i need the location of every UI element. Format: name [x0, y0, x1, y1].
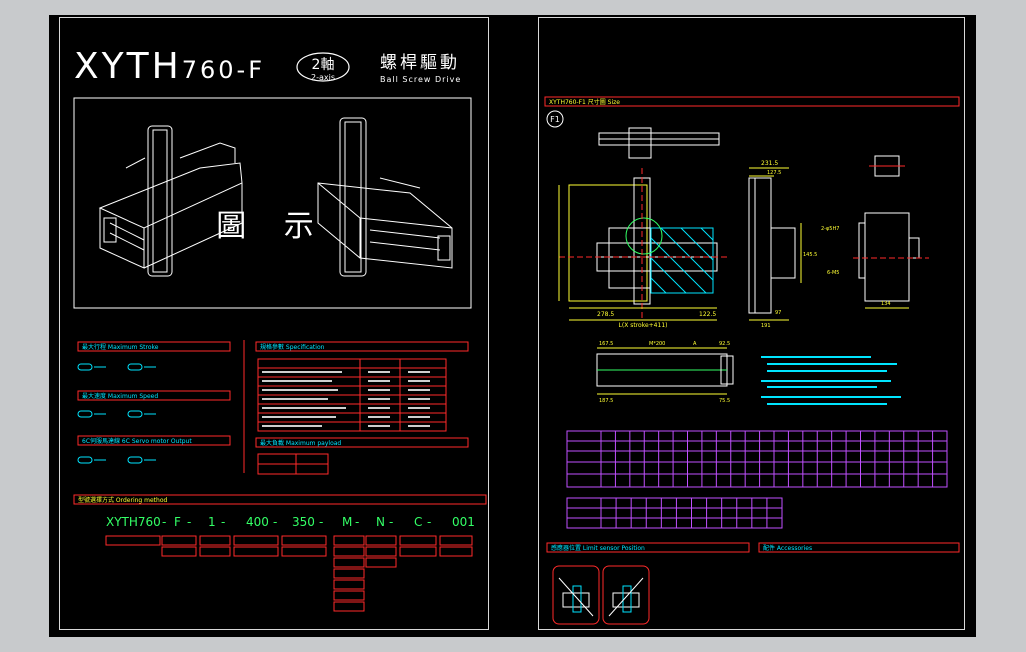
spec-table	[257, 358, 447, 432]
dim-127: 127.5	[767, 170, 781, 176]
dim-134: 134	[881, 301, 891, 307]
ordering-code-segment: F	[174, 515, 181, 529]
dim-122: 122.5	[699, 311, 716, 318]
section-payload: 最大負載 Maximum payload	[255, 437, 469, 448]
section-cable-label: 6C伺服馬達線 6C Servo motor Output	[82, 437, 192, 445]
ordering-code-dash: -	[319, 515, 323, 529]
illustration-frame	[73, 97, 472, 309]
drive-en: Ball Screw Drive	[380, 75, 461, 84]
section-ordering: 型號選擇方式 Ordering method	[73, 494, 487, 505]
ordering-code-dash: -	[355, 515, 359, 529]
cable-options	[77, 456, 156, 464]
right-sheet-drawing: XYTH760-F1 尺寸圖 Size F1 278.5 122.5 L(X s…	[544, 96, 960, 625]
section-accessories: 配件 Accessories	[758, 542, 960, 553]
module-drawing-left	[98, 125, 243, 277]
section-speed: 最大速度 Maximum Speed	[77, 390, 231, 401]
dim-167: 167.5	[599, 341, 613, 347]
speed-table	[566, 497, 783, 529]
section-stroke: 最大行程 Maximum Stroke	[77, 341, 231, 352]
ordering-code-segment: 1	[208, 515, 216, 529]
stroke-options	[77, 363, 156, 371]
top-view	[598, 127, 720, 159]
front-view	[596, 177, 718, 305]
left-sheet: XYTH760-F 2軸 2-axis 螺桿驅動 Ball Screw Driv…	[59, 17, 489, 630]
ordering-code-dash: -	[162, 515, 166, 529]
end-view-large	[858, 212, 920, 302]
ordering-code: XYTH760- F -1-400-350- M - N - C -001	[106, 515, 475, 529]
ordering-code-segment: M	[342, 515, 352, 529]
dim-a: A	[693, 341, 697, 347]
ordering-code-dash: -	[273, 515, 277, 529]
dim-97: 97	[775, 310, 781, 316]
dim-pin: 2-φ5H7	[821, 226, 839, 232]
stroke-table-columns	[614, 431, 934, 487]
ordering-option-boxes	[105, 535, 473, 612]
side-dimensions	[749, 167, 802, 321]
cad-drawing-canvas[interactable]: XYTH760-F 2軸 2-axis 螺桿驅動 Ball Screw Driv…	[49, 15, 976, 637]
drive-cn: 螺桿驅動	[380, 53, 460, 73]
section-limit: 感應器位置 Limit sensor Position	[546, 542, 750, 553]
section-spec: 規格參數 Specification	[255, 341, 469, 352]
section-size-label: XYTH760-F1 尺寸圖 Size	[549, 98, 620, 106]
end-view-small	[869, 155, 905, 177]
ordering-code-segment: 400	[246, 515, 269, 529]
section-speed-label: 最大速度 Maximum Speed	[82, 392, 158, 400]
dim-231: 231.5	[761, 160, 778, 167]
dim-length: L(X stroke+411)	[619, 322, 668, 329]
ordering-code-segment: 350	[292, 515, 315, 529]
section-limit-label: 感應器位置 Limit sensor Position	[551, 544, 645, 552]
speed-options	[77, 410, 156, 418]
ordering-code-dash: -	[221, 515, 225, 529]
plan-view	[596, 353, 734, 387]
dim-m200: M*200	[649, 341, 665, 347]
axis-badge-sub: 2-axis	[311, 73, 335, 82]
stroke-table	[566, 430, 948, 488]
plan-dimensions	[597, 347, 727, 395]
ordering-code-segment: N	[376, 515, 385, 529]
section-accessories-label: 配件 Accessories	[763, 544, 812, 552]
section-ordering-label: 型號選擇方式 Ordering method	[78, 496, 168, 504]
model-title: XYTH760-F	[74, 46, 265, 87]
side-view	[748, 177, 796, 314]
dim-m5: 6-M5	[827, 270, 839, 276]
figure-number: F1	[550, 115, 560, 124]
detail-circle	[625, 217, 663, 255]
sensor-box-1	[552, 565, 600, 625]
module-drawing-right	[317, 117, 453, 277]
ordering-code-segment: C	[414, 515, 422, 529]
dim-278: 278.5	[597, 311, 614, 318]
ordering-code-segment: 001	[452, 515, 475, 529]
spec-table-cells	[262, 371, 430, 427]
section-cable: 6C伺服馬達線 6C Servo motor Output	[77, 435, 231, 446]
right-sheet: XYTH760-F1 尺寸圖 Size F1 278.5 122.5 L(X s…	[538, 17, 965, 630]
ordering-code-dash: -	[427, 515, 431, 529]
speed-table-columns	[615, 498, 768, 528]
hatch-lines	[650, 227, 714, 294]
dim-145: 145.5	[803, 252, 817, 258]
dim-191: 191	[761, 323, 771, 329]
ordering-code-segment: XYTH760	[106, 515, 161, 529]
dim-187: 187.5	[599, 398, 613, 404]
dim-92: 92.5	[719, 341, 730, 347]
dim-75: 75.5	[719, 398, 730, 404]
section-size: XYTH760-F1 尺寸圖 Size	[544, 96, 960, 107]
sensor-box-2	[602, 565, 650, 625]
notes	[761, 356, 901, 405]
figure-label: 圖 示	[216, 209, 328, 244]
carriage-hatch	[650, 227, 714, 294]
section-spec-label: 規格參數 Specification	[260, 343, 325, 351]
left-sheet-drawing: XYTH760-F 2軸 2-axis 螺桿驅動 Ball Screw Driv…	[73, 46, 487, 612]
ordering-code-dash: -	[187, 515, 191, 529]
section-stroke-label: 最大行程 Maximum Stroke	[82, 343, 159, 351]
ordering-code-dash: -	[389, 515, 393, 529]
payload-table	[257, 453, 329, 475]
axis-badge: 2軸	[312, 57, 335, 73]
section-payload-label: 最大負載 Maximum payload	[260, 439, 341, 447]
